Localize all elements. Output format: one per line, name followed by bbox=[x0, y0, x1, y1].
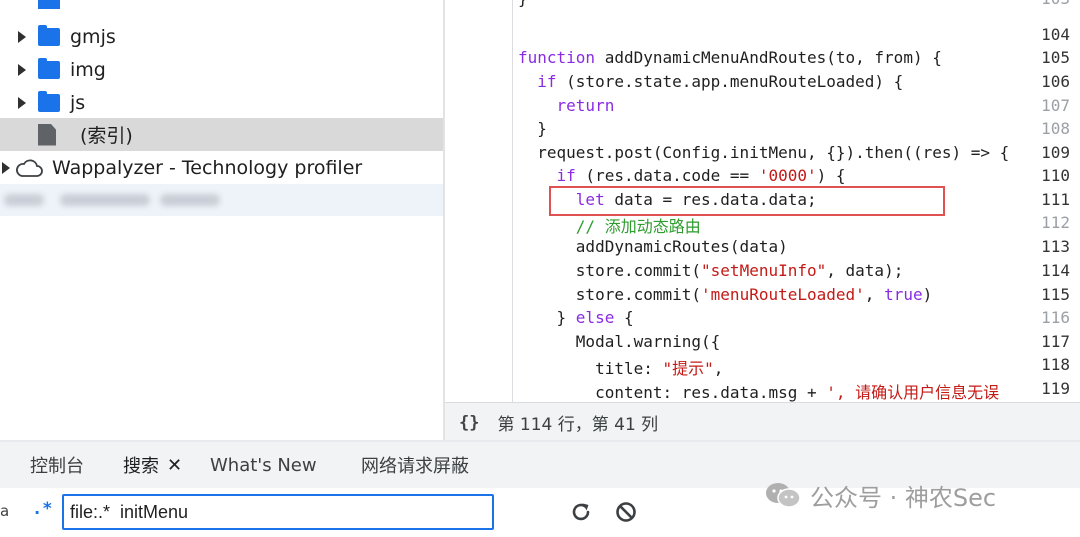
code-line: store.commit('menuRouteLoaded', true) bbox=[518, 285, 933, 304]
tree-item-label: js bbox=[70, 91, 86, 114]
line-number: 106 bbox=[1041, 72, 1070, 91]
folder-icon bbox=[38, 0, 60, 9]
cloud-icon bbox=[16, 159, 43, 177]
pretty-print-button[interactable]: {} bbox=[459, 413, 479, 433]
line-number: 115 bbox=[1041, 285, 1070, 304]
search-input[interactable] bbox=[62, 494, 494, 530]
code-line: addDynamicRoutes(data) bbox=[518, 237, 788, 256]
close-icon[interactable]: ✕ bbox=[167, 455, 182, 476]
redacted-row bbox=[0, 184, 443, 216]
line-number: 109 bbox=[1041, 143, 1070, 162]
line-number: 108 bbox=[1041, 119, 1070, 138]
tree-item-index[interactable]: (索引) bbox=[0, 118, 443, 151]
line-number-gutter bbox=[445, 0, 513, 402]
editor-status-bar: {} 第 114 行，第 41 列 bbox=[445, 402, 1080, 442]
file-icon bbox=[38, 123, 56, 146]
code-line: function addDynamicMenuAndRoutes(to, fro… bbox=[518, 48, 942, 67]
expand-arrow-icon[interactable] bbox=[18, 30, 26, 43]
code-line: content: res.data.msg + ', 请确认用户信息无误 bbox=[518, 383, 1000, 402]
line-number: 118 bbox=[1041, 355, 1070, 374]
cursor-position: 第 114 行，第 41 列 bbox=[497, 415, 659, 435]
tree-item-wappalyzer[interactable]: Wappalyzer - Technology profiler bbox=[0, 151, 443, 184]
code-line: } bbox=[518, 0, 528, 8]
line-number: 105 bbox=[1041, 48, 1070, 67]
wechat-icon bbox=[766, 483, 801, 508]
watermark-text: 公众号 · 神农Sec bbox=[810, 483, 997, 512]
tree-item-label: Wappalyzer - Technology profiler bbox=[52, 156, 363, 179]
expand-arrow-icon[interactable] bbox=[2, 161, 10, 174]
tab-whats-new[interactable]: What's New bbox=[210, 442, 317, 488]
line-number: 114 bbox=[1041, 261, 1070, 280]
tree-item-js[interactable]: js bbox=[0, 86, 443, 119]
code-line: return bbox=[518, 96, 615, 115]
code-line: } else { bbox=[518, 308, 634, 327]
tree-item-gmjs[interactable]: gmjs bbox=[0, 20, 443, 53]
code-line: store.commit("setMenuInfo", data); bbox=[518, 261, 904, 280]
folder-icon bbox=[38, 57, 60, 79]
tab-console[interactable]: 控制台 bbox=[30, 442, 84, 488]
line-number: 104 bbox=[1041, 25, 1070, 44]
tab-network-request-blocking[interactable]: 网络请求屏蔽 bbox=[361, 442, 469, 488]
line-number: 103 bbox=[1010, 0, 1070, 8]
code-editor[interactable]: 103 104 105 106 107 108 109 110 111 112 … bbox=[445, 0, 1080, 402]
line-number: 111 bbox=[1041, 190, 1070, 209]
match-case-button[interactable]: a bbox=[0, 502, 9, 520]
line-number: 107 bbox=[1041, 96, 1070, 115]
tree-item-img[interactable]: img bbox=[0, 53, 443, 86]
code-line: if (res.data.code == '0000') { bbox=[518, 166, 846, 185]
code-line: request.post(Config.initMenu, {}).then((… bbox=[518, 143, 1010, 162]
line-number: 112 bbox=[1041, 213, 1070, 232]
file-tree: gmjs img js (索引) Wappalyzer - Technology… bbox=[0, 0, 443, 440]
line-number: 116 bbox=[1041, 308, 1070, 327]
regex-toggle-button[interactable]: .* bbox=[32, 499, 52, 519]
watermark: 公众号 · 神农Sec bbox=[764, 478, 996, 512]
line-number: 117 bbox=[1041, 332, 1070, 351]
clear-search-icon[interactable] bbox=[614, 500, 638, 524]
folder-icon bbox=[38, 90, 60, 112]
tree-item-label: img bbox=[70, 58, 106, 81]
expand-arrow-icon[interactable] bbox=[18, 63, 26, 76]
code-line: Modal.warning({ bbox=[518, 332, 721, 351]
code-line: } bbox=[518, 119, 547, 138]
code-line: title: "提示", bbox=[518, 359, 724, 378]
code-comment: // 添加动态路由 bbox=[518, 217, 701, 236]
annotation-highlight-box bbox=[549, 186, 945, 216]
tab-search[interactable]: 搜索 ✕ bbox=[123, 442, 182, 488]
code-line: if (store.state.app.menuRouteLoaded) { bbox=[518, 72, 904, 91]
expand-arrow-icon[interactable] bbox=[18, 96, 26, 109]
line-number: 110 bbox=[1041, 166, 1070, 185]
line-number: 113 bbox=[1041, 237, 1070, 256]
refresh-icon[interactable] bbox=[569, 500, 593, 524]
tree-item-label: gmjs bbox=[70, 25, 116, 48]
tree-item-label: (索引) bbox=[80, 125, 133, 147]
line-number: 119 bbox=[1041, 379, 1070, 398]
folder-icon bbox=[38, 24, 60, 46]
